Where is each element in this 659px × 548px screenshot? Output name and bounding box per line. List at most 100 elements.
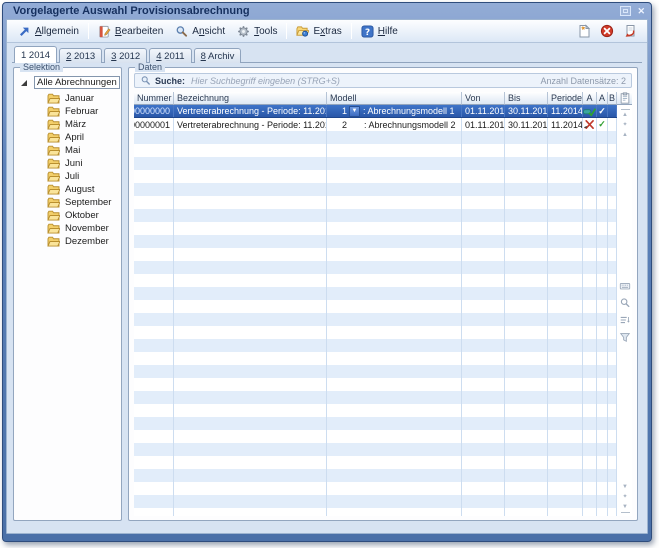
folder-icon bbox=[47, 132, 60, 143]
search-input[interactable]: Hier Suchbegriff eingeben (STRG+S) bbox=[191, 76, 540, 86]
tab-8-archiv[interactable]: 8 Archiv bbox=[194, 48, 242, 63]
tab-4-2011[interactable]: 4 2011 bbox=[149, 48, 191, 63]
grid-cell bbox=[134, 274, 174, 287]
grid-cell bbox=[583, 248, 597, 261]
tree-item-mai[interactable]: Mai bbox=[47, 144, 119, 157]
tree-item-juli[interactable]: Juli bbox=[47, 170, 119, 183]
tree-root-label: Alle Abrechnungen bbox=[34, 76, 120, 89]
grid-cell bbox=[583, 326, 597, 339]
toolbar-item-ansicht[interactable]: Ansicht bbox=[169, 23, 231, 40]
column-chooser-button[interactable] bbox=[617, 92, 632, 105]
empty-row bbox=[134, 469, 617, 482]
column-header-nummer-0[interactable]: Nummer bbox=[134, 92, 174, 105]
delete-icon[interactable] bbox=[600, 24, 614, 38]
grid-cell bbox=[462, 456, 505, 469]
scroll-down-icon[interactable]: ▼ bbox=[617, 482, 632, 492]
empty-row bbox=[134, 274, 617, 287]
grid-cell: ✓ bbox=[597, 118, 608, 131]
toolbar-item-tools[interactable]: Tools bbox=[231, 23, 283, 40]
titlebar: Vorgelagerte Auswahl Provisionsabrechnun… bbox=[3, 3, 651, 19]
column-header-bis-4[interactable]: Bis bbox=[505, 92, 548, 105]
tree-item-m-rz[interactable]: März bbox=[47, 118, 119, 131]
zoom-icon[interactable] bbox=[619, 297, 631, 309]
tree-item-juni[interactable]: Juni bbox=[47, 157, 119, 170]
tree-item-label: Mai bbox=[65, 145, 80, 156]
keyboard-icon[interactable] bbox=[619, 280, 631, 292]
column-header-periode-5[interactable]: Periode bbox=[548, 92, 583, 105]
tree-item-september[interactable]: September bbox=[47, 196, 119, 209]
grid-cell bbox=[583, 209, 597, 222]
scroll-first-icon[interactable]: ▲ bbox=[621, 109, 630, 120]
grid-cell bbox=[597, 144, 608, 157]
grid-cell bbox=[597, 482, 608, 495]
grid-cell bbox=[174, 196, 327, 209]
close-icon[interactable]: ✕ bbox=[637, 6, 645, 16]
nav-diamond-top-icon[interactable]: ✦ bbox=[617, 120, 632, 130]
tree-item-label: September bbox=[65, 197, 111, 208]
column-header-bezeichnung-1[interactable]: Bezeichnung bbox=[174, 92, 327, 105]
grid-body: 1000000000Vertreterabrechnung - Periode:… bbox=[134, 105, 617, 516]
exit-icon[interactable] bbox=[623, 24, 637, 38]
tree-expander-icon[interactable] bbox=[21, 80, 27, 86]
new-document-icon[interactable] bbox=[577, 24, 591, 38]
toolbar-item-hilfe[interactable]: ?Hilfe bbox=[355, 23, 404, 40]
grid-cell bbox=[608, 248, 617, 261]
tab-1-2014[interactable]: 1 2014 bbox=[14, 46, 57, 63]
toolbar-item-bearbeiten[interactable]: Bearbeiten bbox=[92, 23, 169, 40]
table-row-1[interactable]: 1000000000Vertreterabrechnung - Periode:… bbox=[134, 105, 617, 118]
folder-icon bbox=[47, 171, 60, 182]
tree-month-list: JanuarFebruarMärzApril MaiJuniJuliAugustS… bbox=[21, 92, 119, 248]
tree-root-alle-abrechnungen[interactable]: Alle Abrechnungen bbox=[21, 75, 119, 90]
grid-cell bbox=[327, 300, 462, 313]
grid-cell bbox=[462, 170, 505, 183]
modell-dropdown-icon[interactable]: ▼ bbox=[349, 106, 360, 117]
toolbar-item-extras[interactable]: Extras bbox=[290, 23, 347, 40]
column-header-a-7[interactable]: A bbox=[597, 92, 608, 105]
empty-row bbox=[134, 456, 617, 469]
restore-icon[interactable] bbox=[620, 6, 631, 16]
grid-cell bbox=[608, 118, 617, 131]
empty-row bbox=[134, 443, 617, 456]
record-count: Anzahl Datensätze: 2 bbox=[540, 76, 626, 86]
tab-3-2012[interactable]: 3 2012 bbox=[104, 48, 147, 63]
tree-item-label: April bbox=[65, 132, 84, 143]
tree-item-november[interactable]: November bbox=[47, 222, 119, 235]
toolbar-item-allgemein[interactable]: Allgemein bbox=[12, 23, 85, 40]
grid-cell bbox=[583, 443, 597, 456]
tree-item-dezember[interactable]: Dezember bbox=[47, 235, 119, 248]
scroll-last-icon[interactable]: ▼ bbox=[621, 502, 630, 513]
tree-item-februar[interactable]: Februar bbox=[47, 105, 119, 118]
grid-cell bbox=[174, 417, 327, 430]
tree-item-januar[interactable]: Januar bbox=[47, 92, 119, 105]
tree-item-august[interactable]: August bbox=[47, 183, 119, 196]
grid-cell bbox=[327, 443, 462, 456]
filter-icon[interactable] bbox=[619, 331, 631, 343]
empty-row bbox=[134, 144, 617, 157]
column-header-von-3[interactable]: Von bbox=[462, 92, 505, 105]
column-header-b-8[interactable]: B bbox=[608, 92, 617, 105]
tree-item-oktober[interactable]: Oktober bbox=[47, 209, 119, 222]
grid-cell bbox=[548, 482, 583, 495]
tab-2-2013[interactable]: 2 2013 bbox=[59, 48, 102, 63]
tree-item-label: Juli bbox=[65, 171, 79, 182]
column-header-modell-2[interactable]: Modell bbox=[327, 92, 462, 105]
grid-cell bbox=[548, 274, 583, 287]
scroll-up-icon[interactable]: ▲ bbox=[617, 130, 632, 140]
grid-header-row: NummerBezeichnungModellVonBisPeriodeAAB bbox=[134, 92, 617, 105]
grid-cell bbox=[505, 222, 548, 235]
table-row-2[interactable]: 1000000001Vertreterabrechnung - Periode:… bbox=[134, 118, 617, 131]
empty-row bbox=[134, 365, 617, 378]
grid-cell bbox=[597, 183, 608, 196]
grid-cell bbox=[597, 469, 608, 482]
tree-item-april[interactable]: April bbox=[47, 131, 119, 144]
nav-diamond-bottom-icon[interactable]: ✦ bbox=[617, 492, 632, 502]
grid-cell bbox=[505, 287, 548, 300]
magnifier-icon bbox=[175, 25, 188, 38]
grid-cell bbox=[608, 313, 617, 326]
grid-cell bbox=[597, 365, 608, 378]
toolbar-item-label: Ansicht bbox=[192, 26, 225, 37]
grid-cell bbox=[548, 157, 583, 170]
column-header-a-6[interactable]: A bbox=[583, 92, 597, 105]
sort-icon[interactable] bbox=[619, 314, 631, 326]
grid-cell bbox=[327, 365, 462, 378]
